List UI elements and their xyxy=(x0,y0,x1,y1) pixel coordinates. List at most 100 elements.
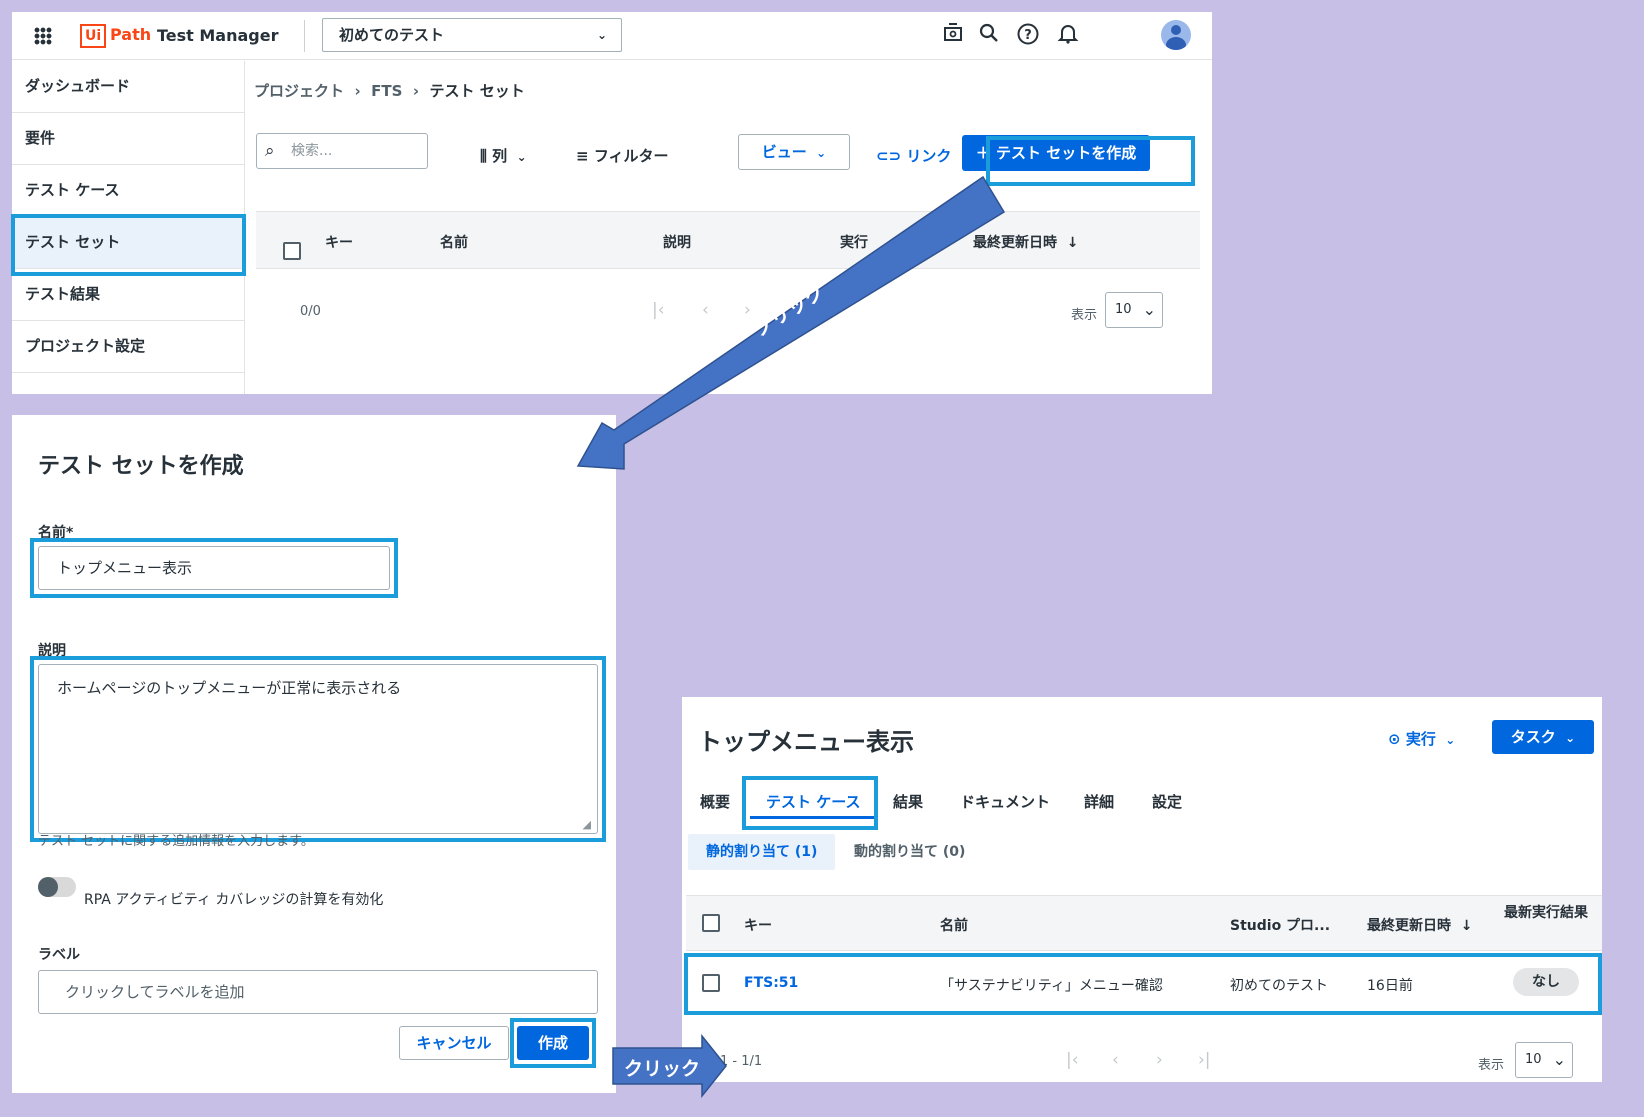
column-last-result[interactable]: 最新実行結果 xyxy=(1504,903,1588,923)
search-icon[interactable] xyxy=(976,22,1002,48)
run-label: 実行 xyxy=(1405,730,1436,748)
play-icon: ⊙ xyxy=(1388,730,1401,748)
column-name[interactable]: 名前 xyxy=(940,915,968,935)
sidebar-item-project-settings[interactable]: プロジェクト設定 xyxy=(12,321,245,373)
filter-label: フィルター xyxy=(593,147,669,165)
project-select[interactable]: 初めてのテスト ⌄ xyxy=(322,18,622,52)
pagination-range: 1 - 1/1 xyxy=(720,1054,763,1069)
link-label: リンク xyxy=(906,147,952,165)
breadcrumb-separator: › xyxy=(349,82,366,100)
search-placeholder: 検索... xyxy=(291,143,333,159)
rows-per-page-select[interactable]: 10 ⌄ xyxy=(1105,292,1163,328)
column-last-updated-label: 最終更新日時 xyxy=(973,235,1057,251)
task-button[interactable]: タスク ⌄ xyxy=(1492,720,1594,754)
rows-per-page-value: 10 xyxy=(1525,1052,1542,1067)
sidebar-item-test-cases[interactable]: テスト ケース xyxy=(12,165,245,217)
store-icon[interactable] xyxy=(940,22,966,48)
logo-ui-mark: Ui xyxy=(80,24,107,48)
column-key[interactable]: キー xyxy=(744,915,772,935)
page-title: トップメニュー表示 xyxy=(698,728,914,756)
labels-label: ラベル xyxy=(38,947,80,963)
breadcrumb-projects[interactable]: プロジェクト xyxy=(254,82,344,100)
columns-icon: ⫼ xyxy=(480,147,487,165)
dialog-title: テスト セットを作成 xyxy=(38,454,244,479)
highlight-name-field xyxy=(30,538,398,598)
chevron-down-icon: ⌄ xyxy=(1142,300,1156,319)
column-last-updated[interactable]: 最終更新日時 ↓ xyxy=(1367,915,1472,935)
search-input[interactable]: ⌕ 検索... xyxy=(256,133,428,169)
cancel-button[interactable]: キャンセル xyxy=(399,1026,509,1060)
tab-details[interactable]: 詳細 xyxy=(1084,791,1114,812)
breadcrumb-project[interactable]: FTS xyxy=(371,82,402,100)
sidebar-item-dashboard[interactable]: ダッシュボード xyxy=(12,61,245,113)
column-last-updated[interactable]: 最終更新日時 ↓ xyxy=(973,232,1078,252)
prev-page-icon[interactable]: ‹ xyxy=(702,300,709,320)
grid-icon[interactable] xyxy=(34,27,52,45)
chevron-down-icon: ⌄ xyxy=(1561,731,1576,745)
view-button[interactable]: ビュー ⌄ xyxy=(738,134,850,170)
chevron-down-icon: ⌄ xyxy=(812,146,827,160)
project-select-value: 初めてのテスト xyxy=(339,26,445,44)
search-icon: ⌕ xyxy=(265,141,275,161)
column-studio-project[interactable]: Studio プロ... xyxy=(1230,915,1330,935)
highlight-sidebar-test-sets xyxy=(11,214,246,276)
sort-down-icon: ↓ xyxy=(1061,235,1079,251)
link-button[interactable]: ⊂⊃ リンク xyxy=(876,145,951,166)
tab-results[interactable]: 結果 xyxy=(893,791,923,812)
logo-path-text: Path xyxy=(110,25,152,44)
labels-placeholder: クリックしてラベルを追加 xyxy=(65,983,245,1001)
breadcrumb: プロジェクト › FTS › テスト セット xyxy=(254,80,525,101)
column-name[interactable]: 名前 xyxy=(440,232,468,252)
svg-text:?: ? xyxy=(1024,28,1032,43)
chevron-down-icon: ⌄ xyxy=(1441,733,1456,747)
column-run[interactable]: 実行 xyxy=(840,232,868,252)
rows-per-page-select[interactable]: 10 ⌄ xyxy=(1515,1042,1573,1078)
run-button[interactable]: ⊙ 実行 ⌄ xyxy=(1388,728,1455,749)
highlight-create-submit xyxy=(510,1018,596,1068)
highlight-test-case-row xyxy=(684,953,1602,1015)
sidebar-item-requirements[interactable]: 要件 xyxy=(12,113,245,165)
user-avatar-icon[interactable] xyxy=(1161,20,1191,50)
help-icon[interactable]: ? xyxy=(1015,22,1041,48)
prev-page-icon[interactable]: ‹ xyxy=(1112,1050,1119,1070)
first-page-icon[interactable]: |‹ xyxy=(1066,1050,1079,1070)
chevron-down-icon: ⌄ xyxy=(1552,1050,1566,1069)
filter-button[interactable]: ≡ フィルター xyxy=(576,145,669,166)
testsets-panel: Ui Path Test Manager 初めてのテスト ⌄ ? ダッシュボード… xyxy=(12,12,1212,394)
columns-label: 列 xyxy=(492,147,508,165)
first-page-icon[interactable]: |‹ xyxy=(652,300,665,320)
rows-per-page-label: 表示 xyxy=(1071,308,1098,323)
divider xyxy=(304,20,305,52)
select-all-checkbox[interactable] xyxy=(283,242,301,260)
rpa-coverage-label: RPA アクティビティ カバレッジの計算を有効化 xyxy=(84,892,384,908)
column-last-updated-label: 最終更新日時 xyxy=(1367,918,1451,934)
rows-per-page-label: 表示 xyxy=(1478,1058,1505,1073)
tab-documents[interactable]: ドキュメント xyxy=(960,791,1050,812)
dynamic-assignment-tab[interactable]: 動的割り当て (0) xyxy=(836,834,983,870)
highlight-test-cases-tab xyxy=(742,776,878,830)
tab-settings[interactable]: 設定 xyxy=(1152,791,1182,812)
view-label: ビュー xyxy=(761,143,807,161)
highlight-create-button xyxy=(986,136,1195,186)
top-bar: Ui Path Test Manager 初めてのテスト ⌄ ? xyxy=(12,12,1212,60)
sidebar-item-test-results[interactable]: テスト結果 xyxy=(12,269,245,321)
highlight-description-field xyxy=(30,656,606,842)
column-key[interactable]: キー xyxy=(325,232,353,252)
labels-input[interactable]: クリックしてラベルを追加 xyxy=(38,970,598,1014)
pagination-range: 0/0 xyxy=(300,304,321,319)
next-page-icon[interactable]: › xyxy=(1156,1050,1163,1070)
chevron-down-icon: ⌄ xyxy=(512,150,527,164)
last-page-icon[interactable]: ›| xyxy=(1198,1050,1211,1070)
rpa-coverage-toggle[interactable] xyxy=(38,877,76,897)
link-icon: ⊂⊃ xyxy=(876,147,902,165)
bell-icon[interactable] xyxy=(1055,22,1081,48)
sort-down-icon: ↓ xyxy=(1455,918,1473,934)
click-annotation-2: クリック xyxy=(624,1058,701,1080)
select-all-checkbox[interactable] xyxy=(702,914,720,932)
tab-overview[interactable]: 概要 xyxy=(700,791,730,812)
column-description[interactable]: 説明 xyxy=(663,232,691,252)
static-assignment-tab[interactable]: 静的割り当て (1) xyxy=(688,834,836,870)
columns-button[interactable]: ⫼ 列 ⌄ xyxy=(480,145,527,166)
breadcrumb-current: テスト セット xyxy=(429,82,525,100)
task-label: タスク xyxy=(1510,728,1556,746)
